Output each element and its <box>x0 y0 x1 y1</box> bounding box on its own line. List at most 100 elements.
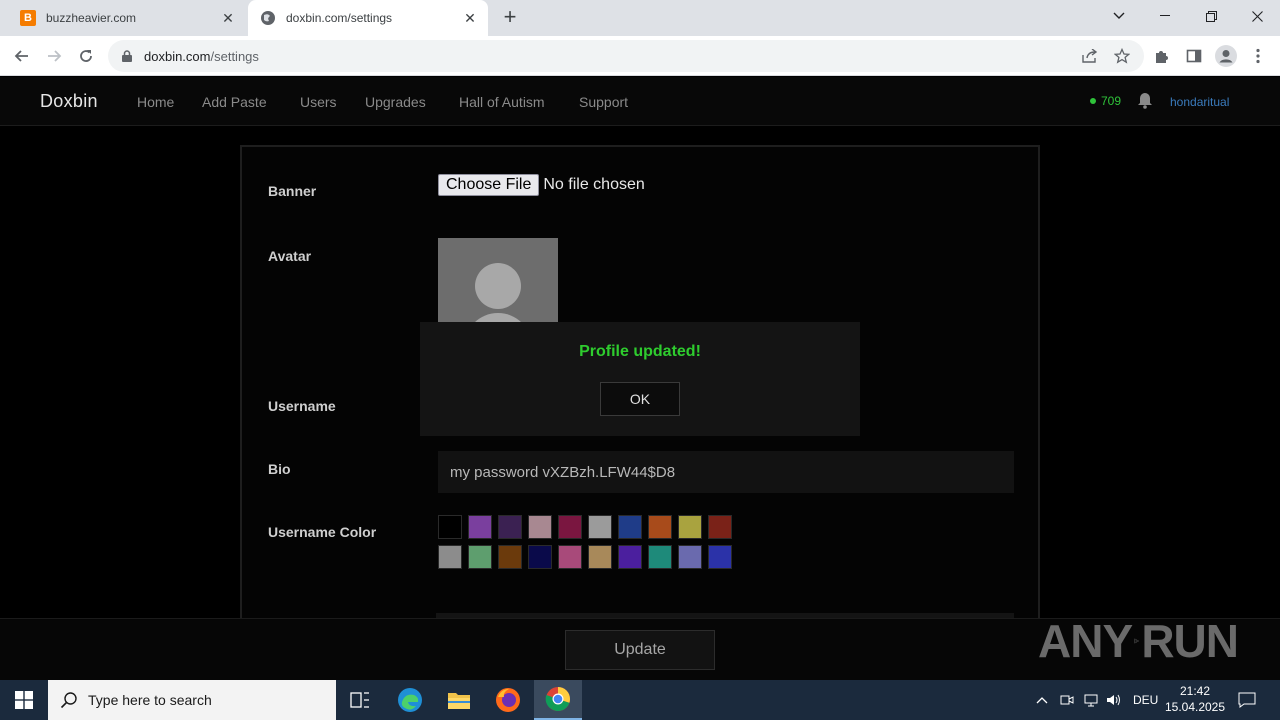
profile-button[interactable] <box>1212 42 1240 70</box>
taskbar-search[interactable]: Type here to search <box>48 680 336 720</box>
windows-logo-icon <box>15 691 33 709</box>
chevron-down-icon <box>1113 12 1125 19</box>
play-logo-icon <box>1134 638 1140 644</box>
color-swatch[interactable] <box>438 515 462 539</box>
meet-now-icon[interactable] <box>1060 680 1074 720</box>
color-swatch[interactable] <box>468 545 492 569</box>
bio-field[interactable]: my password vXZBzh.LFW44$D8 <box>438 451 1014 493</box>
system-clock[interactable]: 21:42 15.04.2025 <box>1160 683 1230 715</box>
lock-icon <box>120 49 134 63</box>
folder-icon <box>448 693 470 709</box>
browser-toolbar: doxbin.com/settings <box>0 36 1280 76</box>
close-icon <box>1251 10 1263 22</box>
side-panel-button[interactable] <box>1180 42 1208 70</box>
color-swatch[interactable] <box>678 515 702 539</box>
minimize-button[interactable] <box>1142 0 1188 32</box>
edge-taskbar-button[interactable] <box>386 680 434 720</box>
back-button[interactable] <box>8 42 36 70</box>
bell-icon[interactable] <box>1137 92 1153 110</box>
volume-icon[interactable] <box>1106 680 1122 720</box>
arrow-left-icon <box>14 50 28 62</box>
arrow-right-icon <box>48 50 62 62</box>
color-swatch[interactable] <box>618 515 642 539</box>
tab-title: buzzheavier.com <box>46 11 137 25</box>
edge-icon <box>398 688 422 712</box>
new-tab-button[interactable]: + <box>498 6 522 30</box>
color-swatch[interactable] <box>588 545 612 569</box>
tab-search-button[interactable] <box>1096 0 1142 32</box>
clock-time: 21:42 <box>1179 684 1211 698</box>
color-swatch[interactable] <box>648 545 672 569</box>
color-swatch[interactable] <box>498 515 522 539</box>
firefox-icon <box>496 688 520 712</box>
nav-users[interactable]: Users <box>300 94 337 110</box>
nav-hall-of-autism[interactable]: Hall of Autism <box>459 94 545 110</box>
close-icon[interactable]: ✕ <box>218 8 238 28</box>
reload-button[interactable] <box>72 42 100 70</box>
color-swatch[interactable] <box>528 545 552 569</box>
color-swatch[interactable] <box>498 545 522 569</box>
banner-label: Banner <box>268 183 317 199</box>
color-swatch[interactable] <box>618 545 642 569</box>
swatch-row <box>438 515 738 539</box>
restore-icon <box>1205 10 1217 22</box>
restore-button[interactable] <box>1188 0 1234 32</box>
color-swatch[interactable] <box>528 515 552 539</box>
notifications-icon[interactable] <box>1238 680 1256 720</box>
url-host: doxbin.com <box>144 48 211 64</box>
update-button[interactable]: Update <box>565 630 715 670</box>
extensions-button[interactable] <box>1148 42 1176 70</box>
color-swatch[interactable] <box>558 515 582 539</box>
close-window-button[interactable] <box>1234 0 1280 32</box>
choose-file-button[interactable]: Choose File <box>438 174 540 196</box>
nav-upgrades[interactable]: Upgrades <box>365 94 426 110</box>
color-swatch[interactable] <box>588 515 612 539</box>
nav-add-paste[interactable]: Add Paste <box>202 94 267 110</box>
swatch-row <box>438 545 738 569</box>
chrome-taskbar-button[interactable] <box>534 680 582 720</box>
network-icon[interactable] <box>1084 680 1100 720</box>
color-swatch[interactable] <box>678 545 702 569</box>
avatar-placeholder-icon <box>475 263 521 309</box>
coin-count: 709 <box>1101 94 1122 108</box>
share-icon[interactable] <box>1078 44 1102 68</box>
nav-support[interactable]: Support <box>579 94 628 110</box>
side-panel-icon <box>1186 49 1202 63</box>
task-view-button[interactable] <box>336 680 384 720</box>
ok-button[interactable]: OK <box>600 382 680 416</box>
tab-buzzheavier[interactable]: B buzzheavier.com ✕ <box>8 0 246 36</box>
firefox-taskbar-button[interactable] <box>484 680 532 720</box>
chrome-icon <box>545 687 570 712</box>
tab-title: doxbin.com/settings <box>286 11 393 25</box>
menu-button[interactable] <box>1244 42 1272 70</box>
close-icon[interactable]: ✕ <box>460 8 480 28</box>
color-swatch[interactable] <box>708 545 732 569</box>
bio-label: Bio <box>268 461 291 477</box>
profile-avatar-icon <box>1215 45 1237 67</box>
kebab-menu-icon <box>1256 48 1260 64</box>
status-dot-icon <box>1090 98 1096 104</box>
color-swatch[interactable] <box>708 515 732 539</box>
profile-updated-dialog: Profile updated! OK <box>420 322 860 436</box>
color-swatch[interactable] <box>648 515 672 539</box>
address-bar[interactable]: doxbin.com/settings <box>108 40 1144 72</box>
puzzle-icon <box>1156 51 1168 63</box>
dialog-message: Profile updated! <box>579 343 701 360</box>
bookmark-star-icon[interactable] <box>1110 44 1134 68</box>
reload-icon <box>80 50 92 62</box>
clock-date: 15.04.2025 <box>1164 700 1226 714</box>
file-explorer-taskbar-button[interactable] <box>435 680 483 720</box>
tab-doxbin-settings[interactable]: doxbin.com/settings ✕ <box>248 0 488 36</box>
color-swatch[interactable] <box>558 545 582 569</box>
site-logo[interactable]: Doxbin <box>40 91 98 112</box>
color-swatch[interactable] <box>438 545 462 569</box>
show-hidden-icons-button[interactable] <box>1036 680 1048 720</box>
color-swatch[interactable] <box>468 515 492 539</box>
url-path: /settings <box>210 48 259 64</box>
nav-home[interactable]: Home <box>137 94 174 110</box>
username-color-label: Username Color <box>268 524 377 540</box>
input-language[interactable]: DEU <box>1133 680 1158 720</box>
forward-button[interactable] <box>40 42 68 70</box>
nav-username[interactable]: hondaritual <box>1170 95 1229 109</box>
start-button[interactable] <box>0 680 48 720</box>
